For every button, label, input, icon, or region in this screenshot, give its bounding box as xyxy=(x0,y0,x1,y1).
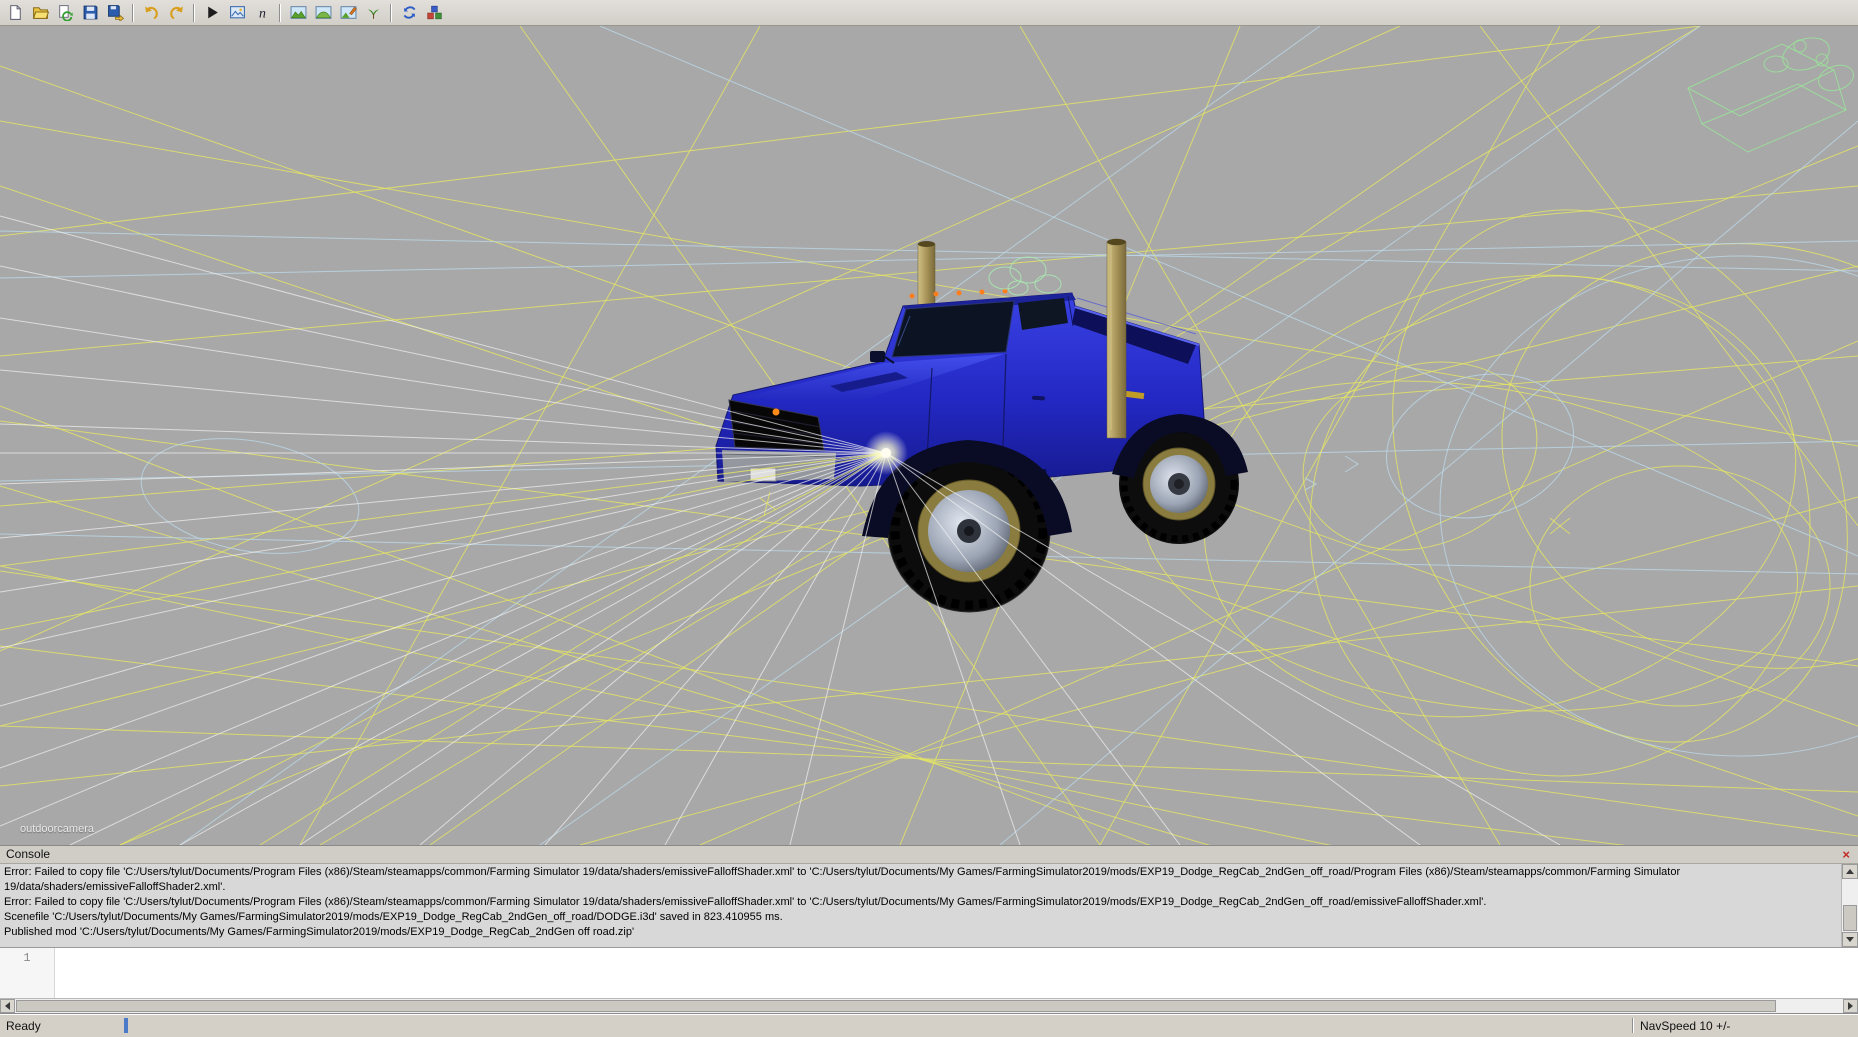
reload-icon xyxy=(57,4,74,21)
play-button[interactable] xyxy=(201,2,223,24)
status-divider xyxy=(1632,1018,1634,1033)
shader-reload-icon xyxy=(426,4,443,21)
terrain-smooth-icon xyxy=(315,4,332,21)
shader-reload-button[interactable] xyxy=(423,2,445,24)
horizontal-scroll-thumb[interactable] xyxy=(16,1000,1776,1012)
foliage-paint-button[interactable] xyxy=(362,2,384,24)
terrain-smooth-button[interactable] xyxy=(312,2,334,24)
giants-editor-window: n xyxy=(0,0,1858,1037)
down-triangle-icon xyxy=(1846,937,1854,942)
console-horizontal-scrollbar[interactable] xyxy=(0,998,1858,1013)
render-view-icon xyxy=(229,4,246,21)
log-line: Published mod 'C:/Users/tylut/Documents/… xyxy=(4,925,1837,940)
toolbar-separator xyxy=(279,4,281,22)
new-file-icon xyxy=(7,4,24,21)
reload-scene-button[interactable] xyxy=(54,2,76,24)
save-as-icon xyxy=(107,4,124,21)
undo-button[interactable] xyxy=(140,2,162,24)
new-scene-button[interactable] xyxy=(4,2,26,24)
foliage-icon xyxy=(365,4,382,21)
toolbar-separator xyxy=(390,4,392,22)
console-panel: Console × Error: Failed to copy file 'C:… xyxy=(0,845,1858,1013)
physics-refresh-button[interactable] xyxy=(398,2,420,24)
terrain-sculpt-button[interactable] xyxy=(287,2,309,24)
toolbar-separator xyxy=(132,4,134,22)
camera-name-label: outdoorcamera xyxy=(20,823,94,835)
physics-refresh-icon xyxy=(401,4,418,21)
terrain-paint-button[interactable] xyxy=(337,2,359,24)
redo-icon xyxy=(168,4,185,21)
toolbar-separator xyxy=(193,4,195,22)
save-as-button[interactable] xyxy=(104,2,126,24)
scroll-up-arrow[interactable] xyxy=(1842,864,1858,879)
terrain-paint-icon xyxy=(340,4,357,21)
status-progress-divider xyxy=(124,1018,128,1033)
right-triangle-icon xyxy=(1848,1002,1853,1010)
play-icon xyxy=(204,4,221,21)
log-line: Scenefile 'C:/Users/tylut/Documents/My G… xyxy=(4,910,1837,925)
status-ready-label: Ready xyxy=(6,1019,124,1033)
main-toolbar: n xyxy=(0,0,1858,26)
scene-render xyxy=(0,26,1858,845)
console-header: Console × xyxy=(0,846,1858,864)
status-bar: Ready NavSpeed 10 +/- xyxy=(0,1013,1858,1037)
svg-text:n: n xyxy=(259,5,266,20)
undo-icon xyxy=(143,4,160,21)
up-triangle-icon xyxy=(1846,869,1854,874)
headlight-core xyxy=(881,448,891,458)
console-vertical-scrollbar[interactable] xyxy=(1841,864,1858,947)
scroll-down-arrow[interactable] xyxy=(1842,932,1858,947)
render-view-button[interactable] xyxy=(226,2,248,24)
headlight-rays-yellow xyxy=(0,453,886,845)
normals-icon: n xyxy=(254,4,271,21)
log-line: Error: Failed to copy file 'C:/Users/tyl… xyxy=(4,865,1837,895)
vertical-scroll-thumb[interactable] xyxy=(1843,905,1857,931)
console-log: Error: Failed to copy file 'C:/Users/tyl… xyxy=(0,864,1841,947)
script-editor: 1 xyxy=(0,947,1858,998)
toggle-normals-button[interactable]: n xyxy=(251,2,273,24)
log-line: Error: Failed to copy file 'C:/Users/tyl… xyxy=(4,895,1837,910)
nav-speed-label: NavSpeed 10 +/- xyxy=(1640,1019,1790,1033)
line-number-gutter: 1 xyxy=(0,948,55,998)
console-title: Console xyxy=(6,847,50,861)
viewport-3d[interactable]: outdoorcamera xyxy=(0,26,1858,845)
save-button[interactable] xyxy=(79,2,101,24)
scroll-right-arrow[interactable] xyxy=(1843,999,1858,1013)
open-folder-icon xyxy=(32,4,49,21)
save-icon xyxy=(82,4,99,21)
wireframe-helpers-green xyxy=(1688,32,1857,152)
console-close-button[interactable]: × xyxy=(1840,848,1852,861)
open-file-button[interactable] xyxy=(29,2,51,24)
terrain-sculpt-icon xyxy=(290,4,307,21)
line-number: 1 xyxy=(23,951,30,965)
scroll-left-arrow[interactable] xyxy=(0,999,15,1013)
headlight-rays-white xyxy=(0,216,1560,845)
script-input[interactable] xyxy=(55,948,1858,998)
left-triangle-icon xyxy=(5,1002,10,1010)
redo-button[interactable] xyxy=(165,2,187,24)
